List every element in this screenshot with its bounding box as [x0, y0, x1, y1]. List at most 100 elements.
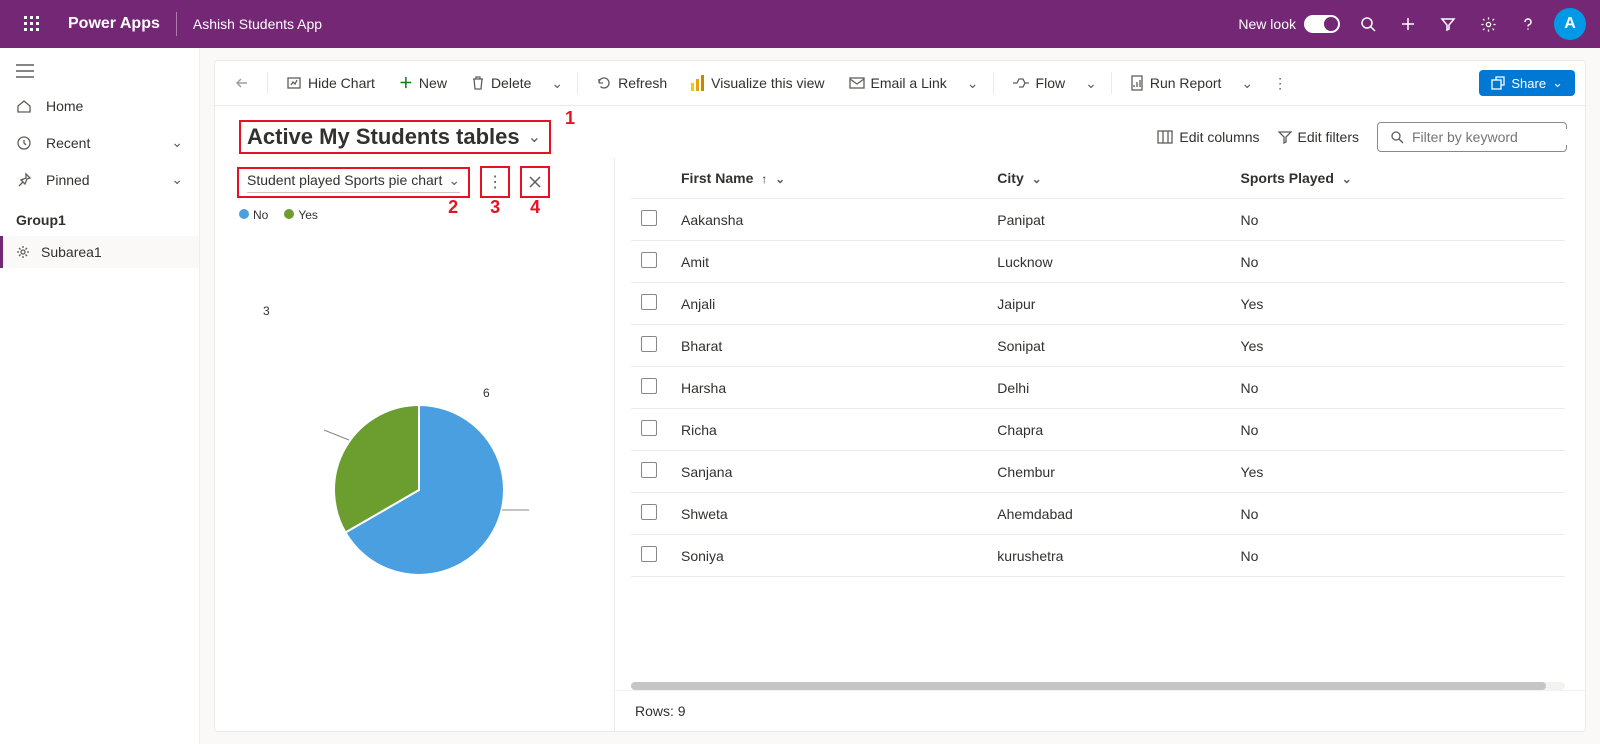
hamburger-icon[interactable]: [0, 54, 199, 88]
new-button[interactable]: ＋ New: [389, 67, 457, 99]
row-checkbox[interactable]: [641, 420, 657, 436]
cell-city: Jaipur: [987, 283, 1230, 325]
funnel-filter-icon[interactable]: [1428, 16, 1468, 32]
select-all-header[interactable]: [631, 158, 671, 199]
cell-city: Chapra: [987, 409, 1230, 451]
table-row[interactable]: SoniyakurushetraNo: [631, 535, 1565, 577]
search-icon[interactable]: [1348, 16, 1388, 32]
filter-keyword-field[interactable]: [1412, 129, 1586, 145]
user-avatar[interactable]: A: [1554, 8, 1586, 40]
annotation-2: 2: [448, 197, 458, 218]
chart-selector[interactable]: Student played Sports pie chart ⌄ 2: [237, 167, 470, 198]
delete-split-chevron[interactable]: ⌄: [545, 69, 569, 98]
app-name: Ashish Students App: [181, 16, 334, 32]
flow-split-chevron[interactable]: ⌄: [1079, 69, 1103, 98]
run-report-button[interactable]: Run Report: [1120, 69, 1232, 97]
table-row[interactable]: AmitLucknowNo: [631, 241, 1565, 283]
help-icon[interactable]: [1508, 16, 1548, 32]
report-icon: [1130, 75, 1144, 91]
table-row[interactable]: BharatSonipatYes: [631, 325, 1565, 367]
col-sports-played[interactable]: Sports Played ⌄: [1231, 158, 1565, 199]
row-checkbox[interactable]: [641, 378, 657, 394]
filter-keyword-input[interactable]: [1377, 122, 1567, 152]
email-split-chevron[interactable]: ⌄: [961, 69, 985, 98]
app-launcher-icon[interactable]: [8, 16, 56, 32]
chevron-down-icon[interactable]: ⌄: [528, 127, 541, 147]
grid-pane: First Name ↑ ⌄ City ⌄ Sp: [615, 158, 1585, 731]
view-selector[interactable]: Active My Students tables ⌄ 1: [239, 120, 551, 154]
add-icon[interactable]: [1388, 16, 1428, 32]
cell-first-name: Harsha: [671, 367, 987, 409]
view-header: Active My Students tables ⌄ 1 Edit colum…: [215, 106, 1585, 158]
row-checkbox[interactable]: [641, 294, 657, 310]
table-row[interactable]: AakanshaPanipatNo: [631, 199, 1565, 241]
scrollbar-thumb[interactable]: [631, 682, 1546, 690]
row-checkbox[interactable]: [641, 252, 657, 268]
run-report-split-chevron[interactable]: ⌄: [1235, 69, 1259, 98]
chart-more-commands[interactable]: ⋮ 3: [480, 166, 510, 198]
nav-recent-label: Recent: [46, 135, 90, 151]
nav-pinned[interactable]: Pinned ⌄: [0, 161, 199, 198]
row-checkbox[interactable]: [641, 546, 657, 562]
chevron-down-icon[interactable]: ⌄: [1342, 172, 1352, 186]
visualize-button[interactable]: Visualize this view: [681, 69, 834, 97]
delete-label: Delete: [491, 75, 531, 91]
refresh-button[interactable]: Refresh: [586, 69, 677, 97]
sort-asc-icon: ↑: [761, 172, 767, 186]
col-city[interactable]: City ⌄: [987, 158, 1230, 199]
cell-sports: Yes: [1231, 451, 1565, 493]
data-grid[interactable]: First Name ↑ ⌄ City ⌄ Sp: [615, 158, 1585, 672]
share-button[interactable]: Share ⌄: [1479, 70, 1575, 96]
toggle-switch-icon[interactable]: [1304, 15, 1340, 33]
legend-swatch-yes-icon: [284, 209, 294, 219]
row-checkbox[interactable]: [641, 462, 657, 478]
chevron-down-icon[interactable]: ⌄: [775, 172, 785, 186]
funnel-icon: [1278, 130, 1292, 144]
nav-home-label: Home: [46, 98, 83, 114]
chart-close-button[interactable]: 4: [520, 166, 550, 198]
cell-sports: No: [1231, 367, 1565, 409]
cell-city: kurushetra: [987, 535, 1230, 577]
email-link-button[interactable]: Email a Link: [839, 69, 957, 97]
edit-columns-button[interactable]: Edit columns: [1157, 129, 1259, 145]
command-overflow-button[interactable]: ⋮: [1263, 69, 1297, 98]
table-row[interactable]: AnjaliJaipurYes: [631, 283, 1565, 325]
clock-icon: [16, 135, 34, 151]
visualize-label: Visualize this view: [711, 75, 824, 91]
hide-chart-label: Hide Chart: [308, 75, 375, 91]
chevron-down-icon: ⌄: [448, 172, 460, 189]
nav-subarea1[interactable]: Subarea1: [0, 236, 199, 268]
chevron-down-icon[interactable]: ⌄: [171, 134, 183, 151]
horizontal-scrollbar[interactable]: [631, 682, 1565, 690]
table-row[interactable]: HarshaDelhiNo: [631, 367, 1565, 409]
table-row[interactable]: ShwetaAhemdabadNo: [631, 493, 1565, 535]
back-button[interactable]: [225, 70, 259, 96]
row-checkbox[interactable]: [641, 210, 657, 226]
nav-recent[interactable]: Recent ⌄: [0, 124, 199, 161]
delete-button[interactable]: Delete: [461, 69, 541, 97]
edit-filters-button[interactable]: Edit filters: [1278, 129, 1359, 145]
table-row[interactable]: SanjanaChemburYes: [631, 451, 1565, 493]
cell-sports: No: [1231, 241, 1565, 283]
trash-icon: [471, 75, 485, 91]
cell-city: Chembur: [987, 451, 1230, 493]
cell-city: Panipat: [987, 199, 1230, 241]
hide-chart-button[interactable]: Hide Chart: [276, 69, 385, 97]
top-bar: Power Apps Ashish Students App New look …: [0, 0, 1600, 48]
row-checkbox[interactable]: [641, 336, 657, 352]
new-look-toggle[interactable]: New look: [1230, 15, 1348, 33]
col-first-name[interactable]: First Name ↑ ⌄: [671, 158, 987, 199]
settings-gear-icon[interactable]: [1468, 16, 1508, 33]
chevron-down-icon[interactable]: ⌄: [171, 171, 183, 188]
pie-chart-svg: [289, 340, 549, 600]
nav-home[interactable]: Home: [0, 88, 199, 124]
chevron-down-icon[interactable]: ⌄: [1032, 172, 1042, 186]
table-row[interactable]: RichaChapraNo: [631, 409, 1565, 451]
flow-button[interactable]: Flow: [1002, 69, 1076, 97]
annotation-4: 4: [530, 197, 540, 218]
powerbi-icon: [691, 75, 705, 91]
refresh-icon: [596, 75, 612, 91]
row-checkbox[interactable]: [641, 504, 657, 520]
cell-sports: No: [1231, 409, 1565, 451]
cell-sports: No: [1231, 535, 1565, 577]
